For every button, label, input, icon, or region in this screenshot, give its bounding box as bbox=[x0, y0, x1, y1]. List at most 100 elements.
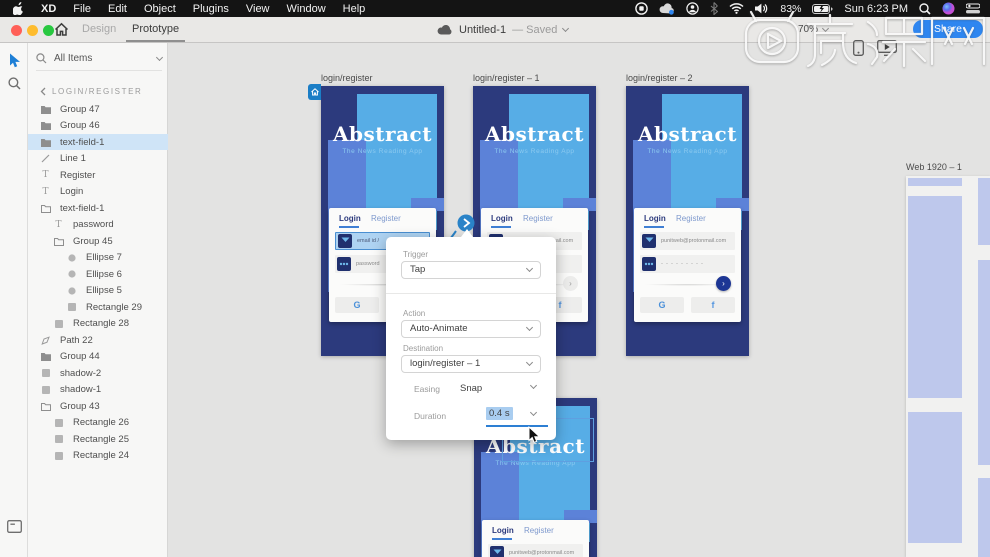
artboard-label[interactable]: login/register – 2 bbox=[626, 73, 693, 83]
layer-row-group-45[interactable]: Group 45 bbox=[28, 233, 168, 249]
layer-row-register[interactable]: T Register bbox=[28, 167, 168, 183]
mock-register-tab: Register bbox=[524, 526, 554, 535]
zoom-control[interactable]: 70% bbox=[798, 17, 830, 42]
wifi-icon[interactable] bbox=[729, 3, 744, 14]
filter-chevron-icon bbox=[155, 53, 164, 61]
trigger-dropdown[interactable]: Tap bbox=[401, 261, 541, 279]
siri-icon[interactable] bbox=[942, 2, 955, 15]
layer-label: Rectangle 26 bbox=[73, 417, 129, 428]
submit-arrow-button: › bbox=[563, 276, 578, 291]
spotlight-icon[interactable] bbox=[919, 2, 931, 15]
artboard-web1920[interactable] bbox=[906, 176, 990, 557]
layer-row-rectangle-28[interactable]: Rectangle 28 bbox=[28, 316, 168, 332]
menu-item-plugins[interactable]: Plugins bbox=[193, 3, 229, 15]
layer-row-line-1[interactable]: Line 1 bbox=[28, 151, 168, 167]
mobile-preview-icon[interactable] bbox=[853, 40, 864, 56]
layer-row-rectangle-24[interactable]: Rectangle 24 bbox=[28, 448, 168, 464]
minimize-window-button[interactable] bbox=[27, 25, 38, 36]
easing-chevron-icon[interactable] bbox=[529, 381, 538, 390]
ellipse-icon bbox=[66, 286, 77, 295]
select-tool-icon[interactable] bbox=[9, 53, 21, 68]
menu-item-object[interactable]: Object bbox=[144, 3, 176, 15]
board-header-label: LOGIN/REGISTER bbox=[52, 87, 143, 96]
layer-row-ellipse-7[interactable]: Ellipse 7 bbox=[28, 250, 168, 266]
layer-row-password[interactable]: Tpassword bbox=[28, 217, 168, 233]
tab-design[interactable]: Design bbox=[82, 17, 116, 42]
duration-chevron-icon[interactable] bbox=[529, 408, 538, 417]
home-icon[interactable] bbox=[54, 22, 69, 37]
layers-board-header[interactable]: LOGIN/REGISTER bbox=[40, 87, 142, 96]
ellipse-icon bbox=[66, 270, 77, 278]
layer-row-rectangle-29[interactable]: Rectangle 29 bbox=[28, 299, 168, 315]
easing-label: Easing bbox=[414, 384, 440, 394]
easing-dropdown[interactable]: Snap bbox=[460, 383, 482, 394]
menu-item-help[interactable]: Help bbox=[343, 3, 366, 15]
layer-row-rectangle-26[interactable]: Rectangle 26 bbox=[28, 415, 168, 431]
layer-row-rectangle-25[interactable]: Rectangle 25 bbox=[28, 431, 168, 447]
layer-row-login[interactable]: T Login bbox=[28, 184, 168, 200]
layers-filter[interactable]: All Items bbox=[36, 51, 164, 71]
artboard-label-web1920[interactable]: Web 1920 – 1 bbox=[906, 162, 962, 172]
screen-record-icon[interactable] bbox=[635, 2, 649, 15]
mail-icon bbox=[338, 234, 352, 248]
app-tagline: The News Reading App bbox=[342, 148, 423, 155]
rect-icon bbox=[53, 418, 64, 427]
layer-label: Group 43 bbox=[60, 400, 100, 412]
tab-prototype[interactable]: Prototype bbox=[126, 17, 186, 42]
bluetooth-icon[interactable] bbox=[710, 2, 719, 15]
menu-item-edit[interactable]: Edit bbox=[108, 3, 127, 15]
layer-row-path-22[interactable]: Path 22 bbox=[28, 332, 168, 348]
layer-row-ellipse-5[interactable]: Ellipse 5 bbox=[28, 283, 168, 299]
volume-icon[interactable] bbox=[755, 3, 769, 14]
artboard-ab3[interactable]: login/register – 2 Abstract The News Rea… bbox=[626, 73, 749, 356]
layer-row-shadow-1[interactable]: shadow-1 bbox=[28, 382, 168, 398]
layer-row-text-field-1[interactable]: text-field-1 bbox=[28, 200, 168, 216]
zoom-tool-icon[interactable] bbox=[8, 77, 21, 90]
zoom-window-button[interactable] bbox=[43, 25, 54, 36]
app-logo-title: Abstract bbox=[485, 122, 584, 146]
layer-row-group-46[interactable]: Group 46 bbox=[28, 118, 168, 134]
layer-row-shadow-2[interactable]: shadow-2 bbox=[28, 365, 168, 381]
tool-strip bbox=[0, 43, 28, 557]
control-center-icon[interactable] bbox=[966, 3, 980, 14]
rect-icon bbox=[53, 319, 64, 328]
folder-open-icon bbox=[40, 402, 51, 411]
facebook-button: f bbox=[691, 297, 735, 313]
destination-value: login/register – 1 bbox=[410, 358, 481, 369]
trigger-value: Tap bbox=[410, 264, 426, 275]
mock-register-tab: Register bbox=[523, 214, 553, 223]
layer-row-ellipse-6[interactable]: Ellipse 6 bbox=[28, 266, 168, 282]
layer-row-group-44[interactable]: Group 44 bbox=[28, 349, 168, 365]
cloud-sync-icon[interactable] bbox=[659, 2, 675, 15]
apple-icon[interactable] bbox=[13, 2, 24, 15]
artboard-label[interactable]: login/register – 1 bbox=[473, 73, 540, 83]
document-title[interactable]: Untitled-1 bbox=[459, 24, 506, 36]
layer-label: text-field-1 bbox=[60, 202, 105, 214]
menu-item-xd[interactable]: XD bbox=[41, 3, 56, 15]
password-dots-icon bbox=[337, 257, 351, 271]
layer-label: Ellipse 7 bbox=[86, 252, 122, 263]
app-tagline: The News Reading App bbox=[494, 148, 575, 155]
clock[interactable]: Sun 6:23 PM bbox=[844, 3, 908, 15]
menu-item-view[interactable]: View bbox=[246, 3, 270, 15]
destination-dropdown[interactable]: login/register – 1 bbox=[401, 355, 541, 373]
home-artboard-badge[interactable] bbox=[308, 84, 321, 100]
doc-chevron-icon[interactable] bbox=[562, 24, 570, 32]
menu-item-file[interactable]: File bbox=[73, 3, 91, 15]
layer-label: Group 44 bbox=[60, 351, 100, 362]
close-window-button[interactable] bbox=[11, 25, 22, 36]
action-dropdown[interactable]: Auto-Animate bbox=[401, 320, 541, 338]
interaction-popup: Trigger Tap Action Auto-Animate Destinat… bbox=[386, 237, 556, 440]
layer-row-group-43[interactable]: Group 43 bbox=[28, 398, 168, 414]
account-icon[interactable] bbox=[686, 2, 700, 15]
back-chevron-icon[interactable] bbox=[40, 87, 46, 96]
desktop-preview-icon[interactable] bbox=[877, 40, 897, 56]
artboard-label[interactable]: login/register bbox=[321, 73, 373, 83]
duration-underline bbox=[486, 425, 548, 427]
share-button[interactable]: Share bbox=[913, 20, 983, 38]
layer-row-text-field-1[interactable]: text-field-1 bbox=[28, 134, 168, 150]
layer-row-group-47[interactable]: Group 47 bbox=[28, 101, 168, 117]
duration-field[interactable]: 0.4 s bbox=[486, 407, 513, 420]
menu-item-window[interactable]: Window bbox=[287, 3, 326, 15]
layers-panel-toggle-icon[interactable] bbox=[7, 520, 22, 533]
